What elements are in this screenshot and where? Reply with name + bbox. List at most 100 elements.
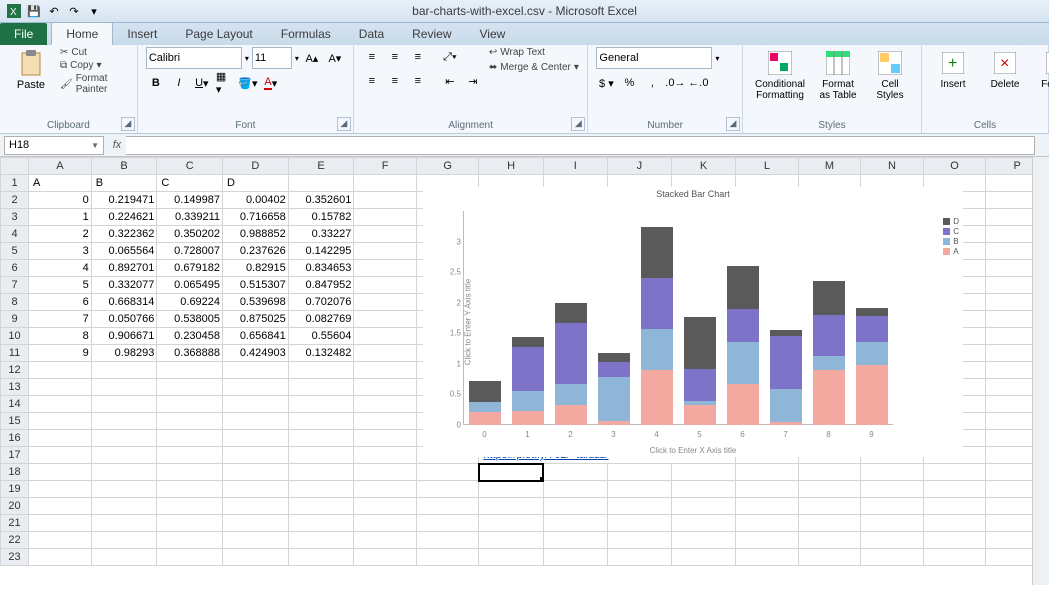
cell-F16[interactable] <box>354 430 416 447</box>
cell-B20[interactable] <box>91 498 157 515</box>
cell-G19[interactable] <box>416 481 479 498</box>
cell-F4[interactable] <box>354 226 416 243</box>
cell-D6[interactable]: 0.82915 <box>223 260 289 277</box>
cell-N23[interactable] <box>861 549 924 566</box>
cell-F13[interactable] <box>354 379 416 396</box>
cell-B22[interactable] <box>91 532 157 549</box>
cell-I20[interactable] <box>543 498 607 515</box>
cell-E14[interactable] <box>288 396 354 413</box>
tab-insert[interactable]: Insert <box>113 23 171 45</box>
col-header-I[interactable]: I <box>543 158 607 175</box>
number-dialog-launcher[interactable]: ◢ <box>726 117 740 131</box>
row-header-10[interactable]: 10 <box>1 328 29 345</box>
tab-home[interactable]: Home <box>51 22 113 45</box>
cell-A5[interactable]: 3 <box>29 243 92 260</box>
cell-E9[interactable]: 0.082769 <box>288 311 354 328</box>
row-header-17[interactable]: 17 <box>1 447 29 464</box>
cell-B3[interactable]: 0.224621 <box>91 209 157 226</box>
row-header-13[interactable]: 13 <box>1 379 29 396</box>
cell-F21[interactable] <box>354 515 416 532</box>
cell-D3[interactable]: 0.716658 <box>223 209 289 226</box>
tab-file[interactable]: File <box>0 23 47 45</box>
cell-C22[interactable] <box>157 532 223 549</box>
cell-K20[interactable] <box>671 498 735 515</box>
cell-D12[interactable] <box>223 362 289 379</box>
cell-L23[interactable] <box>736 549 798 566</box>
cell-F12[interactable] <box>354 362 416 379</box>
cell-B1[interactable]: B <box>91 175 157 192</box>
cell-A13[interactable] <box>29 379 92 396</box>
cell-C16[interactable] <box>157 430 223 447</box>
cell-A21[interactable] <box>29 515 92 532</box>
cell-K18[interactable] <box>671 464 735 481</box>
align-center-button[interactable]: ≡ <box>385 71 405 91</box>
cell-C20[interactable] <box>157 498 223 515</box>
cell-E4[interactable]: 0.33227 <box>288 226 354 243</box>
format-cells-button[interactable]: Format <box>1034 47 1049 92</box>
cell-C2[interactable]: 0.149987 <box>157 192 223 209</box>
font-name-select[interactable] <box>146 47 242 69</box>
accounting-button[interactable]: $ ▾ <box>596 73 616 93</box>
cell-H20[interactable] <box>479 498 543 515</box>
cell-E7[interactable]: 0.847952 <box>288 277 354 294</box>
col-header-D[interactable]: D <box>223 158 289 175</box>
cell-A1[interactable]: A <box>29 175 92 192</box>
cell-E17[interactable] <box>288 447 354 464</box>
cell-I22[interactable] <box>543 532 607 549</box>
cell-F3[interactable] <box>354 209 416 226</box>
align-middle-button[interactable]: ≡ <box>385 47 405 67</box>
cell-G18[interactable] <box>416 464 479 481</box>
cell-E12[interactable] <box>288 362 354 379</box>
insert-cells-button[interactable]: +Insert <box>930 47 976 92</box>
cell-D19[interactable] <box>223 481 289 498</box>
name-box[interactable]: H18▼ <box>4 136 104 155</box>
col-header-G[interactable]: G <box>416 158 479 175</box>
cell-K23[interactable] <box>671 549 735 566</box>
cell-B2[interactable]: 0.219471 <box>91 192 157 209</box>
row-header-1[interactable]: 1 <box>1 175 29 192</box>
cell-I18[interactable] <box>543 464 607 481</box>
col-header-F[interactable]: F <box>354 158 416 175</box>
cell-A23[interactable] <box>29 549 92 566</box>
cell-H23[interactable] <box>479 549 543 566</box>
row-header-11[interactable]: 11 <box>1 345 29 362</box>
cell-E8[interactable]: 0.702076 <box>288 294 354 311</box>
cell-A9[interactable]: 7 <box>29 311 92 328</box>
col-header-B[interactable]: B <box>91 158 157 175</box>
embedded-chart[interactable]: Stacked Bar Chart Click to Enter Y Axis … <box>423 187 963 457</box>
cell-E22[interactable] <box>288 532 354 549</box>
cell-D14[interactable] <box>223 396 289 413</box>
format-as-table-button[interactable]: Format as Table <box>815 47 861 103</box>
cell-I23[interactable] <box>543 549 607 566</box>
row-header-14[interactable]: 14 <box>1 396 29 413</box>
tab-view[interactable]: View <box>466 23 520 45</box>
border-button[interactable]: ▦ ▾ <box>215 73 235 93</box>
cell-L21[interactable] <box>736 515 798 532</box>
italic-button[interactable]: I <box>169 73 189 93</box>
cell-C12[interactable] <box>157 362 223 379</box>
cell-L22[interactable] <box>736 532 798 549</box>
cell-M19[interactable] <box>798 481 861 498</box>
cell-J21[interactable] <box>607 515 671 532</box>
cell-F20[interactable] <box>354 498 416 515</box>
cell-D13[interactable] <box>223 379 289 396</box>
cell-N22[interactable] <box>861 532 924 549</box>
grow-font-button[interactable]: A▴ <box>302 48 322 68</box>
cell-I21[interactable] <box>543 515 607 532</box>
cell-G20[interactable] <box>416 498 479 515</box>
cell-M20[interactable] <box>798 498 861 515</box>
redo-icon[interactable]: ↷ <box>66 3 82 19</box>
alignment-dialog-launcher[interactable]: ◢ <box>571 117 585 131</box>
cell-E18[interactable] <box>288 464 354 481</box>
cell-B10[interactable]: 0.906671 <box>91 328 157 345</box>
align-left-button[interactable]: ≡ <box>362 71 382 91</box>
cell-C18[interactable] <box>157 464 223 481</box>
cell-I19[interactable] <box>543 481 607 498</box>
qat-customize-icon[interactable]: ▾ <box>86 3 102 19</box>
cell-F10[interactable] <box>354 328 416 345</box>
cell-D20[interactable] <box>223 498 289 515</box>
undo-icon[interactable]: ↶ <box>46 3 62 19</box>
cell-D8[interactable]: 0.539698 <box>223 294 289 311</box>
copy-button[interactable]: ⧉Copy ▾ <box>60 60 129 71</box>
cell-F15[interactable] <box>354 413 416 430</box>
